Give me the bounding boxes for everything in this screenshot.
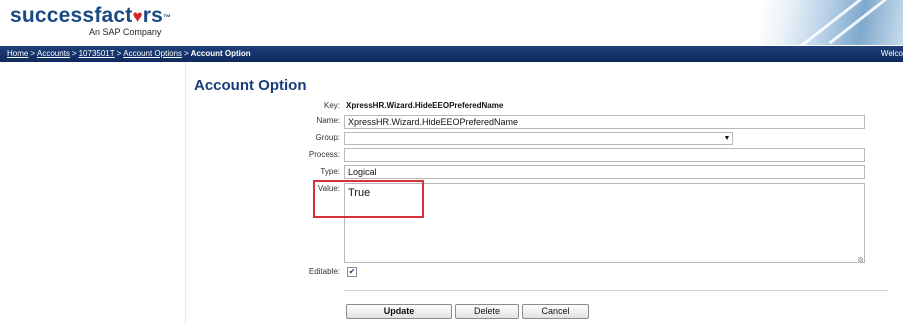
successfactors-logo[interactable]: successfact♥rs™ An SAP Company <box>10 4 172 38</box>
breadcrumb-accounts[interactable]: Accounts <box>37 49 70 58</box>
app-header: successfact♥rs™ An SAP Company <box>0 0 903 49</box>
process-label: Process: <box>308 150 340 159</box>
process-input[interactable] <box>344 148 865 162</box>
editable-label: Editable: <box>308 267 340 276</box>
delete-button[interactable]: Delete <box>455 304 519 319</box>
type-input[interactable]: Logical <box>344 165 865 179</box>
banner-streak <box>828 0 902 45</box>
dropdown-arrow-icon[interactable]: ▼ <box>721 132 733 145</box>
group-select[interactable] <box>344 132 733 145</box>
banner-streak <box>798 0 872 49</box>
breadcrumb-current: Account Option <box>190 49 251 58</box>
key-label: Key: <box>323 101 340 110</box>
group-label: Group: <box>315 133 340 142</box>
breadcrumb: Home > Accounts >1073501T > Account Options > A… <box>7 46 251 62</box>
breadcrumb-separator: > <box>30 49 36 58</box>
logo-wordmark: successfact♥rs™ <box>10 4 172 27</box>
name-input[interactable]: XpressHR.Wizard.HideEEOPreferedName <box>344 115 865 129</box>
resize-grip-icon[interactable] <box>858 257 863 262</box>
breadcrumb-separator: > <box>184 49 189 58</box>
breadcrumb-separator: > <box>116 49 122 58</box>
page-title: Account Option <box>194 77 307 94</box>
logo-subtitle: An SAP Company <box>89 27 162 37</box>
name-label: Name: <box>316 116 340 125</box>
type-label: Type: <box>320 167 340 176</box>
annotation-highlight-box <box>313 180 424 218</box>
welcome-text: Welco <box>880 49 903 58</box>
header-banner-image <box>760 0 903 49</box>
breadcrumb-home[interactable]: Home <box>7 49 28 58</box>
key-value: XpressHR.Wizard.HideEEOPreferedName <box>346 101 504 110</box>
cancel-button[interactable]: Cancel <box>522 304 589 319</box>
left-sidebar <box>0 62 186 324</box>
breadcrumb-account-id[interactable]: 1073501T <box>79 49 115 58</box>
checkmark-icon: ✔ <box>348 267 356 276</box>
update-button[interactable]: Update <box>346 304 452 319</box>
breadcrumb-bar: Home > Accounts >1073501T > Account Options > A… <box>0 46 903 62</box>
editable-checkbox[interactable]: ✔ <box>347 267 357 277</box>
form-divider <box>344 290 888 291</box>
breadcrumb-separator: > <box>71 49 77 58</box>
breadcrumb-account-options[interactable]: Account Options <box>123 49 182 58</box>
